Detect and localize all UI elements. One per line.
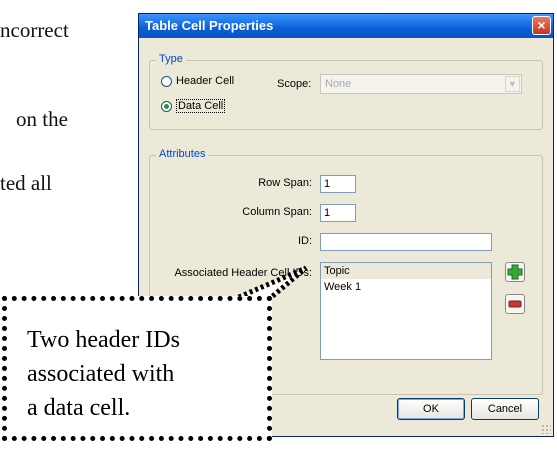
doc-text-line-2: on the	[16, 107, 68, 131]
id-label: ID:	[297, 235, 312, 247]
add-header-id-button[interactable]	[505, 262, 525, 282]
resize-grip-icon[interactable]	[541, 424, 551, 434]
header-cell-radio-dot[interactable]	[161, 75, 172, 87]
type-group: Type Header Cell Data Cell Scope: None ▼	[149, 53, 543, 130]
scope-select-value: None	[325, 78, 352, 90]
plus-icon	[507, 264, 523, 280]
associated-header-ids-label: Associated Header Cell IDs:	[174, 267, 312, 279]
column-span-label: Column Span:	[242, 206, 312, 218]
ok-button[interactable]: OK	[397, 398, 465, 420]
data-cell-radio-dot[interactable]	[161, 100, 172, 112]
doc-text-line-3: ted all	[0, 171, 52, 195]
list-item[interactable]: Week 1	[321, 279, 491, 295]
doc-text-line-1: ncorrect	[0, 18, 69, 42]
header-cell-label: Header Cell	[176, 75, 235, 87]
data-cell-label: Data Cell	[176, 99, 226, 113]
scope-label: Scope:	[277, 78, 312, 90]
row-span-input[interactable]	[320, 175, 356, 193]
attributes-legend: Attributes	[156, 148, 209, 160]
type-legend: Type	[156, 53, 186, 65]
list-item[interactable]: Topic	[321, 263, 491, 279]
remove-header-id-button[interactable]	[505, 294, 525, 314]
callout-box: Two header IDs associated with a data ce…	[2, 296, 272, 441]
associated-header-ids-list[interactable]: Topic Week 1	[320, 262, 492, 360]
callout-text: Two header IDs associated with a data ce…	[27, 327, 180, 421]
close-icon: ×	[537, 17, 546, 33]
title-bar[interactable]: Table Cell Properties ×	[139, 14, 553, 38]
dialog-title: Table Cell Properties	[145, 18, 274, 33]
minus-icon	[508, 300, 522, 308]
scope-select[interactable]: None ▼	[320, 74, 522, 94]
cancel-button[interactable]: Cancel	[471, 398, 539, 420]
row-span-label: Row Span:	[258, 177, 312, 189]
column-span-input[interactable]	[320, 204, 356, 222]
id-input[interactable]	[320, 233, 492, 251]
header-cell-radio[interactable]: Header Cell	[161, 75, 234, 87]
chevron-down-icon[interactable]: ▼	[505, 76, 520, 92]
data-cell-radio[interactable]: Data Cell	[161, 99, 226, 113]
close-button[interactable]: ×	[532, 16, 551, 35]
